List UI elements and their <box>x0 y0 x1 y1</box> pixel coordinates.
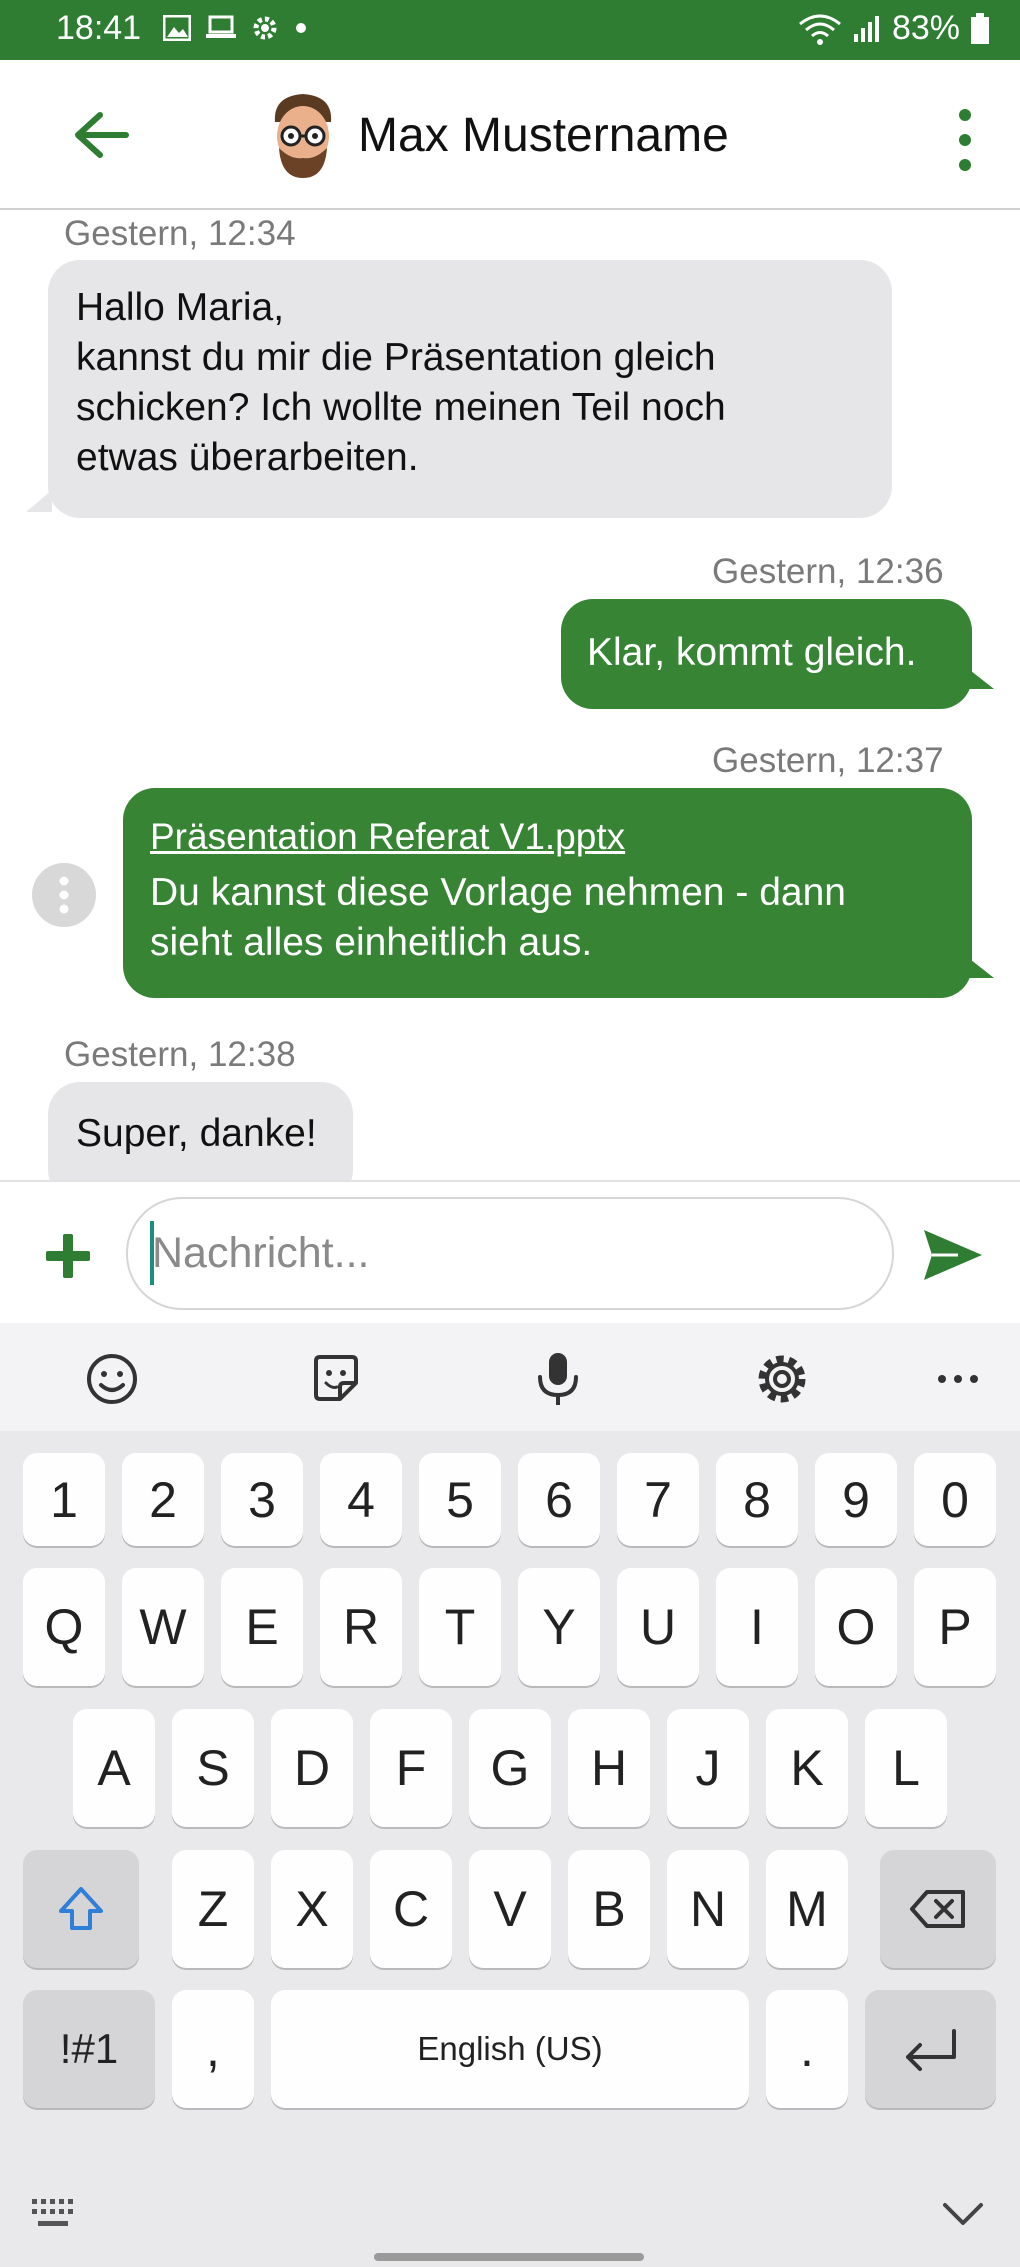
add-attachment-icon[interactable] <box>44 1232 92 1280</box>
message-timestamp: Gestern, 12:36 <box>712 552 944 591</box>
keyboard-nav-bar <box>0 2163 1020 2267</box>
key-j[interactable]: J <box>667 1709 749 1827</box>
bubble-tail <box>26 490 52 512</box>
message-text-line: sieht alles einheitlich aus. <box>150 921 593 964</box>
message-text-line: Du kannst diese Vorlage nehmen - dann <box>150 871 846 914</box>
key-g[interactable]: G <box>469 1709 551 1827</box>
message-text: Klar, kommt gleich. <box>587 631 917 674</box>
message-text-line: etwas überarbeiten. <box>76 436 419 479</box>
text-cursor <box>150 1221 154 1285</box>
keyboard-toolbar <box>0 1323 1020 1431</box>
backspace-key[interactable] <box>880 1850 996 1968</box>
key-5[interactable]: 5 <box>419 1453 501 1546</box>
incoming-message[interactable]: Super, danke! <box>48 1082 353 1180</box>
key-0[interactable]: 0 <box>914 1453 996 1546</box>
send-icon[interactable] <box>922 1228 984 1282</box>
key-b[interactable]: B <box>568 1850 650 1968</box>
key-y[interactable]: Y <box>518 1568 600 1686</box>
message-list[interactable]: Gestern, 12:34 Hallo Maria, kannst du mi… <box>0 210 1020 1180</box>
message-composer <box>0 1180 1020 1325</box>
battery-percent: 83% <box>891 9 960 47</box>
gesture-handle <box>374 2253 644 2261</box>
key-u[interactable]: U <box>617 1568 699 1686</box>
message-text-line: kannst du mir die Präsentation gleich <box>76 336 716 379</box>
sticker-icon[interactable] <box>306 1349 366 1409</box>
contact-name[interactable]: Max Mustername <box>358 108 729 163</box>
key-t[interactable]: T <box>419 1568 501 1686</box>
key-i[interactable]: I <box>716 1568 798 1686</box>
key-x[interactable]: X <box>271 1850 353 1968</box>
microphone-icon[interactable] <box>528 1349 588 1409</box>
wifi-icon <box>799 14 841 45</box>
shift-icon <box>59 1887 103 1930</box>
key-l[interactable]: L <box>865 1709 947 1827</box>
key-z[interactable]: Z <box>172 1850 254 1968</box>
key-9[interactable]: 9 <box>815 1453 897 1546</box>
laptop-icon <box>206 15 236 38</box>
outgoing-message[interactable]: Klar, kommt gleich. <box>561 599 972 709</box>
status-bar: 18:41 83% <box>0 0 1020 60</box>
enter-key[interactable] <box>865 1990 996 2108</box>
chat-header: Max Mustername <box>0 60 1020 210</box>
bubble-tail <box>966 667 994 689</box>
gallery-icon <box>163 15 191 41</box>
attachment-link[interactable]: Präsentation Referat V1.pptx <box>150 812 945 862</box>
key-v[interactable]: V <box>469 1850 551 1968</box>
back-arrow-icon[interactable] <box>70 110 130 160</box>
settings-icon[interactable] <box>752 1349 812 1409</box>
chevron-down-icon[interactable] <box>942 2201 984 2227</box>
key-4[interactable]: 4 <box>320 1453 402 1546</box>
key-3[interactable]: 3 <box>221 1453 303 1546</box>
message-timestamp: Gestern, 12:38 <box>64 1035 296 1074</box>
key-w[interactable]: W <box>122 1568 204 1686</box>
avatar[interactable] <box>265 90 341 180</box>
key-f[interactable]: F <box>370 1709 452 1827</box>
notification-dot-icon <box>296 23 306 33</box>
key-d[interactable]: D <box>271 1709 353 1827</box>
message-timestamp: Gestern, 12:37 <box>712 741 944 780</box>
key-k[interactable]: K <box>766 1709 848 1827</box>
status-time: 18:41 <box>56 9 142 47</box>
key-7[interactable]: 7 <box>617 1453 699 1546</box>
incoming-message[interactable]: Hallo Maria, kannst du mir die Präsentat… <box>48 260 892 518</box>
key-6[interactable]: 6 <box>518 1453 600 1546</box>
period-key[interactable]: . <box>766 1990 848 2108</box>
keyboard-switch-icon[interactable] <box>30 2197 82 2231</box>
key-r[interactable]: R <box>320 1568 402 1686</box>
key-m[interactable]: M <box>766 1850 848 1968</box>
space-key[interactable]: English (US) <box>271 1990 749 2108</box>
key-a[interactable]: A <box>73 1709 155 1827</box>
signal-icon <box>853 15 879 42</box>
key-h[interactable]: H <box>568 1709 650 1827</box>
enter-icon <box>905 2029 956 2071</box>
key-s[interactable]: S <box>172 1709 254 1827</box>
key-o[interactable]: O <box>815 1568 897 1686</box>
key-c[interactable]: C <box>370 1850 452 1968</box>
backspace-icon <box>910 1890 965 1928</box>
more-icon[interactable] <box>928 1349 988 1409</box>
message-input[interactable] <box>126 1197 894 1310</box>
key-1[interactable]: 1 <box>23 1453 105 1546</box>
key-p[interactable]: P <box>914 1568 996 1686</box>
message-text-line: schicken? Ich wollte meinen Teil noch <box>76 386 726 429</box>
message-timestamp: Gestern, 12:34 <box>64 214 296 253</box>
message-text: Super, danke! <box>76 1112 317 1155</box>
key-2[interactable]: 2 <box>122 1453 204 1546</box>
key-e[interactable]: E <box>221 1568 303 1686</box>
message-options-icon[interactable] <box>32 863 96 927</box>
battery-icon <box>971 12 989 44</box>
key-q[interactable]: Q <box>23 1568 105 1686</box>
more-options-icon[interactable] <box>950 105 980 175</box>
comma-key[interactable]: , <box>172 1990 254 2108</box>
emoji-icon[interactable] <box>82 1349 142 1409</box>
message-text-line: Hallo Maria, <box>76 286 285 329</box>
bubble-tail <box>966 956 994 978</box>
shift-key[interactable] <box>23 1850 139 1968</box>
symbols-key[interactable]: !#1 <box>23 1990 155 2108</box>
key-8[interactable]: 8 <box>716 1453 798 1546</box>
key-n[interactable]: N <box>667 1850 749 1968</box>
outgoing-message[interactable]: Präsentation Referat V1.pptx Du kannst d… <box>123 788 972 998</box>
gear-icon <box>253 16 277 40</box>
keyboard: 1 2 3 4 5 6 7 8 9 0 Q W E R T Y U I O P … <box>0 1323 1020 2267</box>
